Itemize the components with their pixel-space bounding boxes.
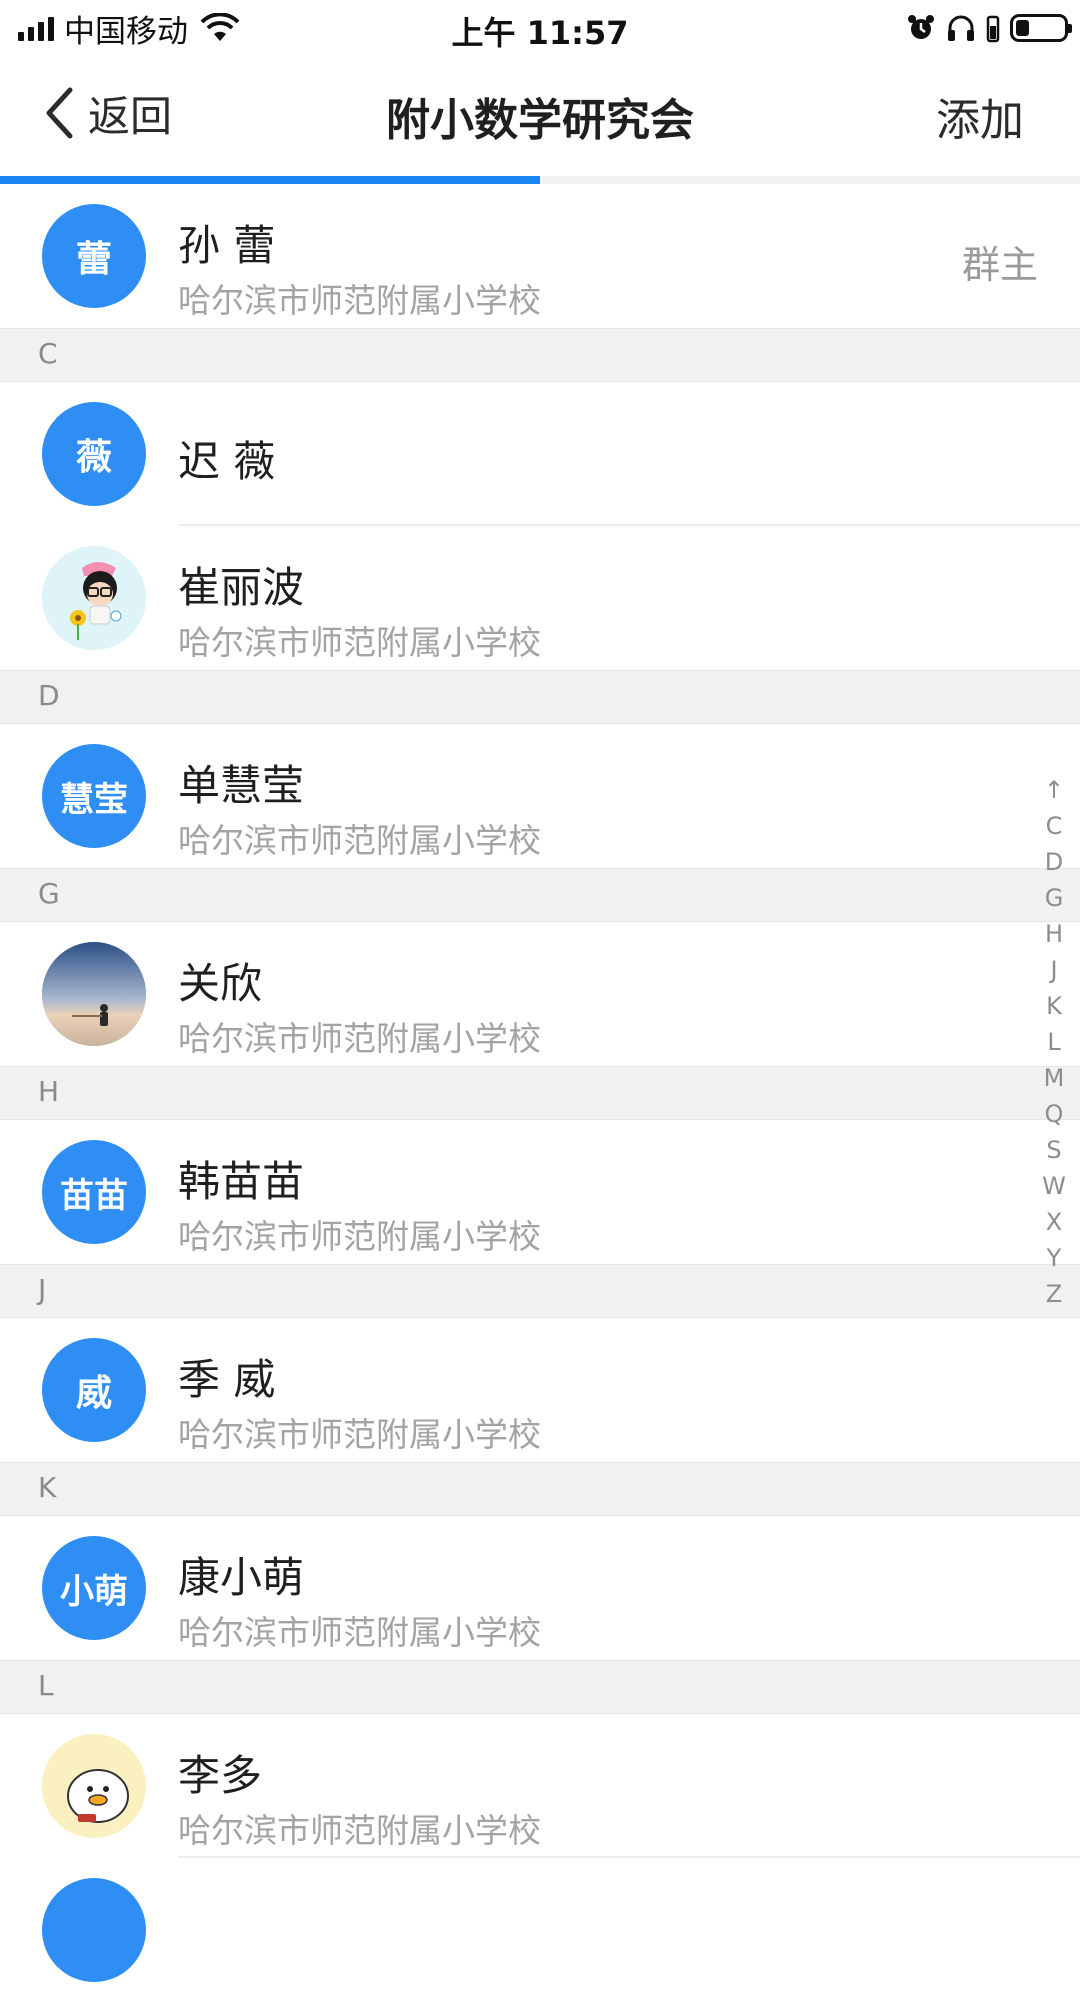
avatar xyxy=(42,1878,146,1982)
member-name: 李多 xyxy=(178,1751,263,1800)
navigation-bar: 返回 附小数学研究会 添加 xyxy=(0,56,1080,180)
index-letter[interactable]: W xyxy=(1042,1168,1066,1204)
section-header: G xyxy=(0,868,1080,922)
avatar: 薇 xyxy=(42,402,146,506)
section-header: H xyxy=(0,1066,1080,1120)
index-letter[interactable]: C xyxy=(1046,808,1063,844)
loading-progress-bar xyxy=(0,176,1080,184)
cartoon-girl-avatar-image xyxy=(42,546,146,650)
section-header: J xyxy=(0,1264,1080,1318)
avatar: 苗苗 xyxy=(42,1140,146,1244)
index-letter[interactable]: G xyxy=(1045,880,1064,916)
alphabet-index-bar[interactable]: ↑ C D G H J K L M Q S W X Y Z xyxy=(1034,772,1074,1312)
member-name: 关欣 xyxy=(178,959,263,1008)
list-item[interactable]: 小萌 康小萌 哈尔滨市师范附属小学校 xyxy=(0,1516,1080,1660)
list-item[interactable]: 威 季 威 哈尔滨市师范附属小学校 xyxy=(0,1318,1080,1462)
index-letter[interactable]: S xyxy=(1046,1132,1061,1168)
section-header: L xyxy=(0,1660,1080,1714)
headphones-icon xyxy=(948,15,974,41)
alarm-icon xyxy=(908,15,934,39)
add-button[interactable]: 添加 xyxy=(936,84,1024,148)
index-letter[interactable]: D xyxy=(1045,844,1063,880)
section-header: K xyxy=(0,1462,1080,1516)
dusk-photo-avatar-image xyxy=(42,942,146,1046)
member-name: 迟 薇 xyxy=(178,437,276,486)
avatar xyxy=(42,546,146,650)
index-letter[interactable]: L xyxy=(1047,1024,1060,1060)
member-org: 哈尔滨市师范附属小学校 xyxy=(178,821,541,860)
section-header: C xyxy=(0,328,1080,382)
index-letter[interactable]: Y xyxy=(1047,1240,1062,1276)
cartoon-duck-avatar-image xyxy=(42,1734,146,1838)
avatar xyxy=(42,942,146,1046)
member-org: 哈尔滨市师范附属小学校 xyxy=(178,623,541,662)
avatar: 蕾 xyxy=(42,204,146,308)
index-letter[interactable]: Z xyxy=(1046,1276,1062,1312)
list-item-partial[interactable] xyxy=(0,1858,1080,2002)
battery-icon xyxy=(1010,14,1072,42)
member-org: 哈尔滨市师范附属小学校 xyxy=(178,1217,541,1256)
index-letter[interactable]: K xyxy=(1046,988,1062,1024)
avatar: 小萌 xyxy=(42,1536,146,1640)
member-name: 季 威 xyxy=(178,1355,276,1404)
list-item[interactable]: 蕾 孙 蕾 哈尔滨市师范附属小学校 群主 xyxy=(0,184,1080,328)
section-header: D xyxy=(0,670,1080,724)
page-title: 附小数学研究会 xyxy=(386,95,694,146)
member-org: 哈尔滨市师范附属小学校 xyxy=(178,281,541,320)
loading-progress-fill xyxy=(0,176,540,184)
member-list: 蕾 孙 蕾 哈尔滨市师范附属小学校 群主 C 薇 迟 薇 崔丽波 哈尔滨市师范附… xyxy=(0,184,1080,2002)
avatar: 威 xyxy=(42,1338,146,1442)
list-item[interactable]: 苗苗 韩苗苗 哈尔滨市师范附属小学校 xyxy=(0,1120,1080,1264)
member-org: 哈尔滨市师范附属小学校 xyxy=(178,1415,541,1454)
avatar xyxy=(42,1734,146,1838)
index-letter[interactable]: H xyxy=(1045,916,1063,952)
index-letter[interactable]: J xyxy=(1050,952,1057,988)
list-item[interactable]: 慧莹 单慧莹 哈尔滨市师范附属小学校 xyxy=(0,724,1080,868)
member-name: 康小萌 xyxy=(178,1553,305,1602)
list-item[interactable]: 崔丽波 哈尔滨市师范附属小学校 xyxy=(0,526,1080,670)
owner-badge: 群主 xyxy=(961,243,1038,287)
member-org: 哈尔滨市师范附属小学校 xyxy=(178,1613,541,1652)
status-bar: 中国移动 上午 11:57 xyxy=(0,0,1080,56)
member-name: 单慧莹 xyxy=(178,761,305,810)
list-item[interactable]: 李多 哈尔滨市师范附属小学校 xyxy=(0,1714,1080,1858)
list-item[interactable]: 薇 迟 薇 xyxy=(0,382,1080,526)
member-org: 哈尔滨市师范附属小学校 xyxy=(178,1811,541,1850)
orientation-lock-icon xyxy=(986,15,1000,43)
avatar: 慧莹 xyxy=(42,744,146,848)
member-name: 崔丽波 xyxy=(178,563,305,612)
index-letter[interactable]: ↑ xyxy=(1044,772,1064,808)
member-name: 韩苗苗 xyxy=(178,1157,305,1206)
list-item[interactable]: 关欣 哈尔滨市师范附属小学校 xyxy=(0,922,1080,1066)
member-org: 哈尔滨市师范附属小学校 xyxy=(178,1019,541,1058)
index-letter[interactable]: Q xyxy=(1045,1096,1064,1132)
index-letter[interactable]: M xyxy=(1044,1060,1065,1096)
member-name: 孙 蕾 xyxy=(178,221,276,270)
index-letter[interactable]: X xyxy=(1046,1204,1062,1240)
